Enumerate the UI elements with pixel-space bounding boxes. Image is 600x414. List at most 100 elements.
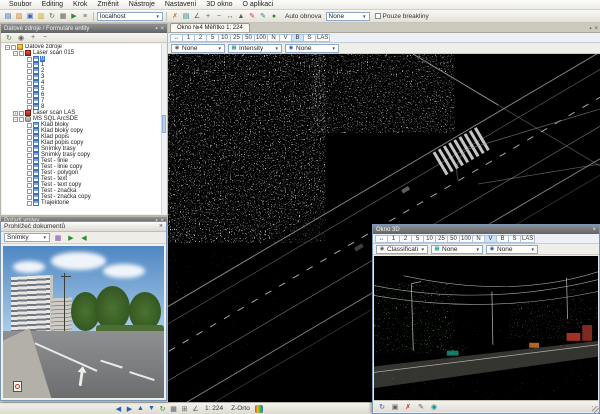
delete-icon[interactable]: ✗ bbox=[170, 11, 180, 21]
scale-button[interactable]: 2 bbox=[400, 234, 412, 243]
tree-expander-icon[interactable] bbox=[21, 183, 26, 188]
tree-checkbox[interactable] bbox=[27, 56, 32, 62]
document-viewer-title[interactable]: Prohlížeč dokumentů × bbox=[1, 222, 166, 232]
tree-expander-icon[interactable] bbox=[21, 165, 26, 170]
refresh-icon[interactable]: ↻ bbox=[47, 11, 57, 21]
save-view-icon[interactable]: ▣ bbox=[390, 402, 400, 412]
tree-checkbox[interactable] bbox=[27, 122, 32, 128]
scale-button[interactable]: V bbox=[280, 33, 293, 42]
print-icon[interactable]: ▦ bbox=[58, 11, 68, 21]
close-icon[interactable]: × bbox=[160, 26, 164, 32]
scale-button[interactable]: 1 bbox=[388, 234, 400, 243]
tree-checkbox[interactable] bbox=[11, 44, 16, 50]
next-photo-icon[interactable]: ▶ bbox=[66, 233, 76, 243]
tab-window1[interactable]: Okno №4 Měřítko 1: 224 bbox=[170, 23, 250, 32]
tree-expander-icon[interactable] bbox=[21, 63, 26, 68]
sync-icon[interactable]: ↻ bbox=[158, 404, 167, 413]
remove-source-icon[interactable]: − bbox=[40, 33, 50, 43]
tree-scrollbar[interactable] bbox=[161, 44, 166, 214]
scale-button[interactable]: 5 bbox=[412, 234, 424, 243]
tree-checkbox[interactable] bbox=[27, 182, 32, 188]
up-arrow-icon[interactable]: ▲ bbox=[136, 404, 145, 413]
data-sources-panel-title[interactable]: Datové zdroje / Formuláře entity ▪ × bbox=[1, 24, 167, 33]
scale-button[interactable]: 1 bbox=[183, 33, 195, 42]
prev-arrow-icon[interactable]: ◀ bbox=[114, 404, 123, 413]
tree-expander-icon[interactable] bbox=[21, 93, 26, 98]
datasource-tree[interactable]: − Datové zdroje − Laser scan 015 0 1 2 3… bbox=[2, 44, 161, 214]
tree-item[interactable]: Trajektorie bbox=[2, 200, 161, 206]
overlay-combo[interactable]: ◉ None ▼ bbox=[486, 244, 538, 254]
tree-checkbox[interactable] bbox=[27, 146, 32, 152]
tree-expander-icon[interactable]: + bbox=[13, 110, 18, 116]
tree-expander-icon[interactable] bbox=[21, 201, 26, 206]
fit-extent-button[interactable]: ↔ bbox=[375, 234, 388, 243]
tree-expander-icon[interactable]: − bbox=[13, 116, 18, 122]
list-icon[interactable]: ≡ bbox=[80, 11, 90, 21]
menu-item[interactable]: Editing bbox=[37, 0, 68, 10]
tree-expander-icon[interactable] bbox=[21, 147, 26, 152]
tree-expander-icon[interactable] bbox=[21, 87, 26, 92]
tree-checkbox[interactable] bbox=[27, 176, 32, 182]
palette-icon[interactable]: ▨ bbox=[254, 404, 263, 413]
play-icon[interactable]: ▶ bbox=[69, 11, 79, 21]
close-selection-icon[interactable]: ✗ bbox=[403, 402, 413, 412]
scale-button[interactable]: N bbox=[268, 33, 281, 42]
auto-refresh-mode-combo[interactable]: None ▼ bbox=[325, 11, 370, 21]
classification-combo[interactable]: ◉ None ▼ bbox=[171, 43, 225, 53]
tree-checkbox[interactable] bbox=[19, 110, 24, 116]
menu-item[interactable]: 3D okno bbox=[201, 0, 237, 10]
tree-checkbox[interactable] bbox=[27, 140, 32, 146]
eye-icon[interactable]: ◉ bbox=[16, 33, 26, 43]
close-icon[interactable]: × bbox=[159, 223, 163, 231]
tree-checkbox[interactable] bbox=[27, 62, 32, 68]
pen-red-icon[interactable]: ✎ bbox=[247, 11, 257, 21]
tree-checkbox[interactable] bbox=[27, 68, 32, 74]
scale-button[interactable]: N bbox=[473, 234, 486, 243]
camera-icon[interactable]: ◉ bbox=[429, 402, 439, 412]
tree-expander-icon[interactable] bbox=[21, 159, 26, 164]
pointcloud-3d-canvas[interactable] bbox=[374, 256, 598, 400]
layers-icon[interactable]: ▤ bbox=[181, 11, 191, 21]
tree-expander-icon[interactable] bbox=[21, 123, 26, 128]
scale-button[interactable]: 25 bbox=[436, 234, 448, 243]
edit-points-icon[interactable]: ✎ bbox=[416, 402, 426, 412]
overlay-combo[interactable]: ◉ None ▼ bbox=[285, 43, 339, 53]
tree-checkbox[interactable] bbox=[27, 158, 32, 164]
tree-expander-icon[interactable] bbox=[21, 135, 26, 140]
only-breaklines-checkbox[interactable]: Pouze breakliny bbox=[374, 13, 429, 20]
menu-item[interactable]: Nastavení bbox=[160, 0, 202, 10]
tree-expander-icon[interactable]: − bbox=[13, 50, 18, 56]
tree-checkbox[interactable] bbox=[27, 164, 32, 170]
new-file-icon[interactable]: ▤ bbox=[3, 11, 13, 21]
view3d-title[interactable]: Okno 3D × bbox=[373, 225, 599, 234]
photo-source-combo[interactable]: Snímky ▼ bbox=[4, 233, 50, 242]
pen-teal-icon[interactable]: ✎ bbox=[258, 11, 268, 21]
tree-checkbox[interactable] bbox=[27, 188, 32, 194]
tree-checkbox[interactable] bbox=[19, 116, 24, 122]
tree-expander-icon[interactable] bbox=[21, 75, 26, 80]
tree-expander-icon[interactable]: − bbox=[5, 44, 10, 50]
next-arrow-icon[interactable]: ▶ bbox=[125, 404, 134, 413]
add-source-icon[interactable]: + bbox=[28, 33, 38, 43]
resize-grip[interactable] bbox=[592, 406, 599, 413]
close-icon[interactable]: × bbox=[594, 26, 598, 32]
tree-expander-icon[interactable] bbox=[21, 171, 26, 176]
tree-checkbox[interactable] bbox=[19, 50, 24, 56]
coloring-combo[interactable]: ◉ Classificati ▼ bbox=[376, 244, 428, 254]
zoom-in-icon[interactable]: + bbox=[203, 11, 213, 21]
tree-checkbox[interactable] bbox=[27, 128, 32, 134]
connect-icon[interactable]: ↻ bbox=[4, 33, 14, 43]
scale-button[interactable]: S bbox=[509, 234, 522, 243]
menu-item[interactable]: Krok bbox=[68, 0, 92, 10]
tree-expander-icon[interactable] bbox=[21, 81, 26, 86]
close-icon[interactable]: × bbox=[592, 227, 596, 233]
scale-button[interactable]: 5 bbox=[207, 33, 219, 42]
tree-checkbox[interactable] bbox=[27, 92, 32, 98]
prev-photo-icon[interactable]: ◀ bbox=[79, 233, 89, 243]
tree-expander-icon[interactable] bbox=[21, 69, 26, 74]
menu-item[interactable]: Změnit bbox=[92, 0, 123, 10]
zoom-out-icon[interactable]: − bbox=[214, 11, 224, 21]
measure-icon[interactable]: ∠ bbox=[192, 11, 202, 21]
tree-expander-icon[interactable] bbox=[21, 129, 26, 134]
scale-button[interactable]: 100 bbox=[255, 33, 269, 42]
